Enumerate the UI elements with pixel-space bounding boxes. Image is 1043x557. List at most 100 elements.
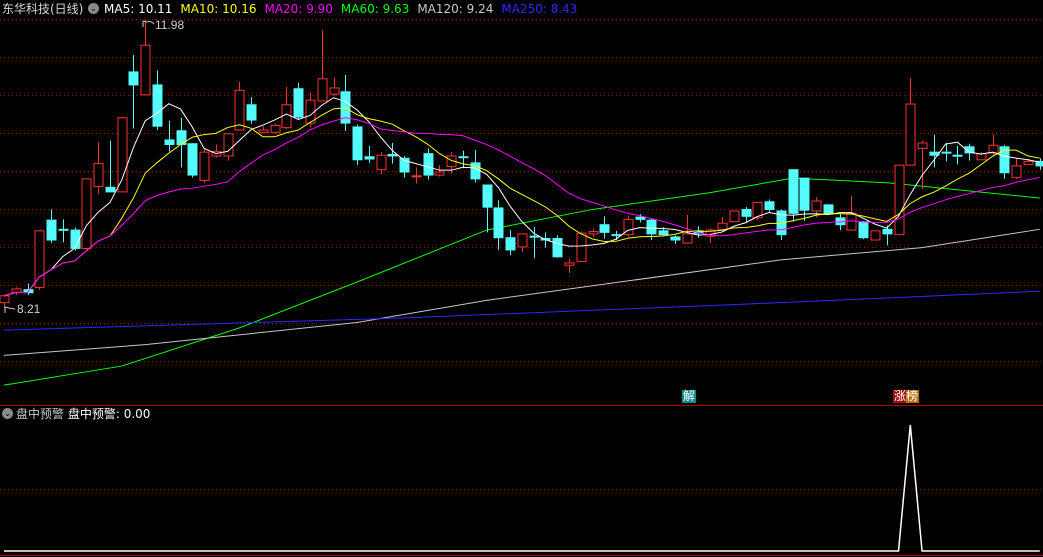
- candle: [317, 29, 328, 102]
- candle: [752, 202, 763, 221]
- candle: [352, 124, 363, 166]
- chevron-down-icon[interactable]: ⌄: [2, 408, 13, 419]
- ma-legend-ma250: MA250: 8.43: [501, 2, 578, 16]
- candle-body: [988, 144, 999, 154]
- candle-body: [564, 262, 575, 266]
- high-annotation: 11.98: [142, 18, 184, 32]
- indicator-label: 盘中预警: [67, 407, 116, 421]
- ma-legend-ma60: MA60: 9.63: [340, 2, 410, 16]
- candle: [11, 287, 22, 296]
- candle: [564, 258, 575, 273]
- candle: [941, 142, 952, 162]
- candle-body: [281, 104, 292, 129]
- candle-body: [1023, 160, 1034, 165]
- ma-legend-ma10: MA10: 10.16: [180, 2, 257, 16]
- ma120-line: [3, 228, 1040, 356]
- high-price-label: 11.98: [155, 18, 184, 32]
- candle-body: [870, 230, 881, 241]
- candle-body: [46, 219, 57, 241]
- candle-body: [223, 133, 234, 157]
- candle: [529, 227, 540, 259]
- candle: [729, 210, 740, 223]
- candle: [58, 219, 69, 243]
- candle: [905, 78, 916, 166]
- candle-body: [576, 232, 587, 262]
- ma-legend-ma120: MA120: 9.24: [417, 2, 494, 16]
- candle: [599, 216, 610, 239]
- candle: [0, 295, 10, 308]
- ma-name: MA10: [180, 2, 215, 16]
- candle-body: [152, 84, 163, 127]
- candle-body: [482, 184, 493, 208]
- candle: [399, 155, 410, 178]
- candle-body: [611, 234, 622, 237]
- candle: [929, 134, 940, 168]
- candle: [741, 207, 752, 222]
- candles: [0, 19, 1043, 308]
- ma-value: 9.63: [382, 2, 410, 16]
- ma-name: MA250: [501, 2, 543, 16]
- candle: [105, 140, 116, 193]
- candle-body: [905, 103, 916, 166]
- candle-body: [917, 142, 928, 149]
- candle-body: [717, 222, 728, 230]
- candle: [894, 164, 905, 236]
- candle: [46, 209, 57, 244]
- kline-chart[interactable]: 11.98 8.21: [0, 0, 1043, 557]
- candle-body: [329, 87, 340, 95]
- candle-body: [187, 143, 198, 176]
- stock-title: 东华科技(日线): [2, 2, 84, 16]
- candle: [81, 178, 92, 250]
- candle-body: [293, 88, 304, 118]
- ma-legend: MA5: 10.11 MA10: 10.16 MA20: 9.90 MA60: 9.6…: [104, 2, 585, 16]
- candle: [434, 165, 445, 177]
- candle-body: [34, 230, 45, 288]
- ma-value: 9.24: [466, 2, 494, 16]
- candle-body: [529, 235, 540, 238]
- candle: [458, 150, 469, 169]
- candle-body: [552, 237, 563, 258]
- candle: [788, 169, 799, 222]
- candle: [281, 87, 292, 130]
- candle: [517, 233, 528, 253]
- candle-body: [999, 146, 1010, 174]
- candle-body: [764, 201, 775, 210]
- candle: [340, 74, 351, 131]
- candle: [23, 283, 34, 296]
- ma-value: 10.16: [222, 2, 257, 16]
- candle-body: [93, 163, 104, 188]
- candle-body: [858, 221, 869, 239]
- chevron-down-icon[interactable]: ⌄: [88, 3, 99, 14]
- candle: [623, 215, 634, 237]
- candle: [211, 144, 222, 158]
- ma-name: MA120: [417, 2, 459, 16]
- candle-body: [270, 124, 281, 133]
- ma-name: MA60: [340, 2, 375, 16]
- candle-body: [458, 156, 469, 159]
- candle: [576, 231, 587, 263]
- candle-body: [493, 207, 504, 239]
- candle-body: [882, 228, 893, 235]
- candle: [952, 146, 963, 165]
- ma5-line: [3, 97, 1040, 297]
- candle-body: [976, 153, 987, 161]
- candle: [234, 81, 245, 131]
- candle: [423, 148, 434, 180]
- candle: [482, 184, 493, 233]
- candle-body: [941, 151, 952, 154]
- indicator-title: 盘中预警: [16, 407, 65, 421]
- candle: [329, 77, 340, 97]
- candle: [1011, 158, 1022, 179]
- candle: [117, 117, 128, 193]
- candle: [364, 146, 375, 163]
- candle: [270, 123, 281, 134]
- jie-marker[interactable]: 解: [682, 390, 697, 403]
- candle: [764, 199, 775, 212]
- candle-body: [729, 210, 740, 223]
- candle-body: [1011, 165, 1022, 178]
- zhangbang-marker[interactable]: 涨榜: [893, 390, 920, 403]
- candle-body: [635, 216, 646, 220]
- low-annotation: 8.21: [4, 302, 41, 316]
- candle-body: [599, 224, 610, 233]
- candle-body: [788, 169, 799, 214]
